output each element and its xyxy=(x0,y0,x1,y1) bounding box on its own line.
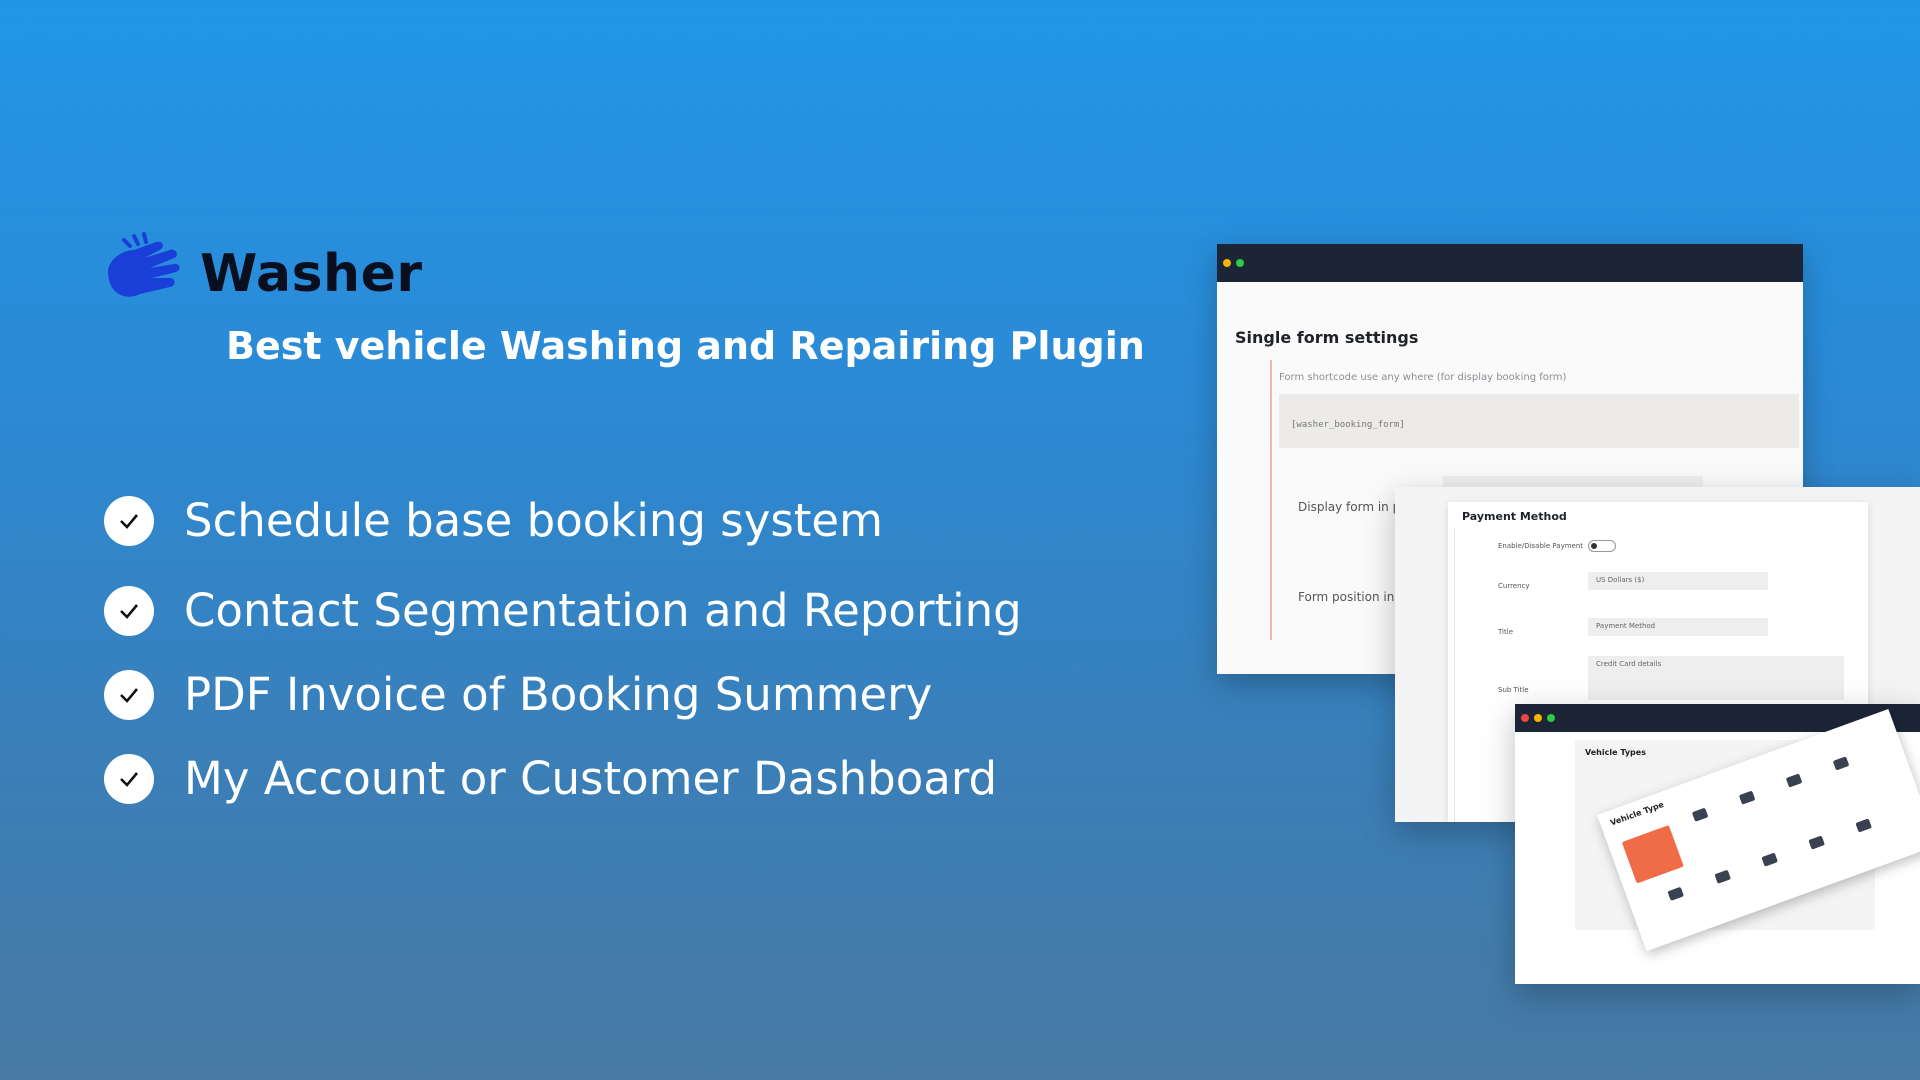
vehicle-icon xyxy=(1667,886,1684,901)
window-titlebar xyxy=(1217,244,1803,282)
single-form-title: Single form settings xyxy=(1235,328,1419,347)
shortcode-box: [washer_booking_form] xyxy=(1279,394,1799,448)
feature-item: Schedule base booking system xyxy=(104,494,883,547)
check-icon xyxy=(104,585,154,636)
tagline: Best vehicle Washing and Repairing Plugi… xyxy=(226,324,1145,368)
payment-toggle xyxy=(1588,540,1616,552)
vehicle-icon xyxy=(1832,756,1850,771)
window-dot-icon xyxy=(1223,259,1231,267)
window-dot-icon xyxy=(1236,259,1244,267)
shortcode-text: [washer_booking_form] xyxy=(1291,420,1405,430)
form-position-label: Form position in ( xyxy=(1298,590,1403,604)
feature-item: My Account or Customer Dashboard xyxy=(104,752,997,805)
toggle-label: Enable/Disable Payment xyxy=(1498,542,1584,550)
divider xyxy=(1270,360,1272,640)
vehicle-icon xyxy=(1808,835,1825,850)
subtitle-label: Sub Title xyxy=(1498,686,1529,694)
feature-label: PDF Invoice of Booking Summery xyxy=(184,668,933,721)
window-dot-icon xyxy=(1534,714,1542,722)
selected-vehicle-option xyxy=(1621,825,1684,884)
vehicle-types-title: Vehicle Types xyxy=(1585,748,1646,757)
display-form-label: Display form in p xyxy=(1298,500,1401,514)
divider xyxy=(1454,528,1455,822)
check-icon xyxy=(104,669,154,720)
payment-title: Payment Method xyxy=(1462,510,1567,523)
vehicle-icon xyxy=(1714,869,1731,884)
check-icon xyxy=(104,753,154,804)
currency-select: US Dollars ($) xyxy=(1588,572,1768,590)
check-icon xyxy=(104,495,154,546)
feature-item: PDF Invoice of Booking Summery xyxy=(104,668,932,721)
vehicle-icon xyxy=(1785,773,1803,788)
title-field: Payment Method xyxy=(1588,618,1768,636)
currency-label: Currency xyxy=(1498,582,1530,590)
window-dot-icon xyxy=(1521,714,1529,722)
feature-label: My Account or Customer Dashboard xyxy=(184,752,998,805)
feature-label: Contact Segmentation and Reporting xyxy=(184,584,1022,637)
vehicle-icon xyxy=(1691,807,1709,822)
vehicle-icon xyxy=(1738,790,1756,805)
feature-item: Contact Segmentation and Reporting xyxy=(104,584,1022,637)
window-dot-icon xyxy=(1547,714,1555,722)
vehicle-icon xyxy=(1855,818,1872,833)
title-label: Title xyxy=(1498,628,1514,636)
brand: Washer xyxy=(104,232,422,316)
vehicle-icon xyxy=(1761,852,1778,867)
hand-wash-icon xyxy=(108,232,180,297)
shortcode-hint: Form shortcode use any where (for displa… xyxy=(1279,372,1567,383)
feature-label: Schedule base booking system xyxy=(184,494,883,547)
brand-name: Washer xyxy=(200,244,423,304)
subtitle-field: Credit Card details xyxy=(1588,656,1844,700)
